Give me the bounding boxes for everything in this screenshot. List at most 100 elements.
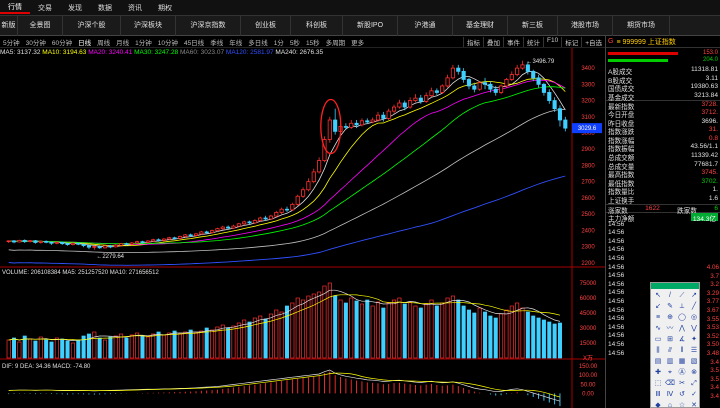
draw-tool-icon[interactable]: ▥ (664, 356, 676, 367)
market-tab-4[interactable]: 沪深京指数 (176, 16, 241, 36)
draw-tool-icon[interactable]: ⌫ (664, 378, 676, 389)
volume-bar (483, 311, 488, 359)
draw-tool-icon[interactable]: ✕ (688, 400, 700, 408)
draw-tool-icon[interactable]: ╱ (688, 301, 700, 312)
chart-tool-2[interactable]: 事件 (503, 36, 523, 47)
draw-tool-icon[interactable]: ◎ (688, 312, 700, 323)
draw-tool-icon[interactable]: ∡ (676, 334, 688, 345)
period-11[interactable]: 多日线 (245, 37, 271, 47)
candle (220, 225, 225, 230)
period-13[interactable]: 5秒 (287, 37, 303, 47)
draw-tool-icon[interactable]: ▧ (688, 356, 700, 367)
draw-tool-icon[interactable]: ▦ (676, 356, 688, 367)
draw-tool-icon[interactable]: ⟋ (676, 290, 688, 301)
period-14[interactable]: 15秒 (303, 37, 323, 47)
chart-tool-3[interactable]: 统计 (523, 36, 543, 47)
draw-tool-icon[interactable]: ⊗ (688, 367, 700, 378)
stat-row: 总成交量 77681.7 (606, 161, 720, 171)
period-6[interactable]: 1分钟 (132, 37, 155, 47)
kline-chart[interactable]: 3400330032003100300029002800270026002500… (0, 48, 605, 408)
draw-tool-icon[interactable]: ⋀ (676, 323, 688, 334)
period-3[interactable]: 日线 (75, 37, 94, 47)
stat-label: B股成交 (608, 77, 633, 85)
draw-tool-icon[interactable]: ☰ (688, 345, 700, 356)
market-tab-6[interactable]: 科创板 (291, 16, 343, 36)
period-15[interactable]: 多周期 (323, 37, 349, 47)
market-tab-5[interactable]: 创业板 (241, 16, 291, 36)
index-title[interactable]: G ≡ 999999 上证指数 (606, 36, 720, 48)
draw-tool-icon[interactable]: ⫻ (664, 345, 676, 356)
volume-bar (531, 315, 536, 359)
top-menu-1[interactable]: 交易 (30, 3, 60, 13)
top-menu-3[interactable]: 数据 (90, 3, 120, 13)
period-12[interactable]: 1分 (271, 37, 287, 47)
top-menu-0[interactable]: 行情 (0, 2, 30, 14)
draw-tool-icon[interactable]: ☆ (676, 400, 688, 408)
volume-bar (392, 299, 397, 359)
market-tab-2[interactable]: 沪深个股 (63, 16, 121, 36)
draw-tool-icon[interactable]: ↗ (688, 290, 700, 301)
volume-bar (552, 323, 557, 359)
draw-tool-icon[interactable]: ⊞ (664, 334, 676, 345)
chart-tool-0[interactable]: 指标 (463, 36, 483, 47)
top-menu-5[interactable]: 期权 (150, 3, 180, 13)
draw-tool-icon[interactable]: ▭ (652, 334, 664, 345)
stat-row: 基金成交 3213.84 (606, 92, 720, 102)
draw-tool-icon[interactable]: ⊕ (664, 312, 676, 323)
draw-tool-icon[interactable]: ↖ (652, 290, 664, 301)
period-16[interactable]: 更多 (348, 37, 367, 47)
period-1[interactable]: 30分钟 (23, 37, 49, 47)
draw-tool-icon[interactable]: ‖ (676, 345, 688, 356)
chart-tool-6[interactable]: +自选 (581, 36, 605, 47)
chart-tool-5[interactable]: 标记 (561, 36, 581, 47)
market-tab-12[interactable]: 期货市场 (613, 16, 670, 36)
period-5[interactable]: 月线 (113, 37, 132, 47)
draw-tool-icon[interactable]: Ⓐ (676, 367, 688, 378)
draw-tool-icon[interactable]: Ⅲ (652, 389, 664, 400)
draw-tool-icon[interactable]: ⟂ (676, 301, 688, 312)
draw-tool-icon[interactable]: ▤ (652, 356, 664, 367)
period-9[interactable]: 季线 (207, 37, 226, 47)
draw-tool-icon[interactable]: ✓ (688, 389, 700, 400)
volume-bar (119, 333, 124, 359)
draw-tool-icon[interactable]: ✚ (652, 367, 664, 378)
top-menu-4[interactable]: 资讯 (120, 3, 150, 13)
draw-tool-icon[interactable]: ⌂ (664, 400, 676, 408)
period-7[interactable]: 10分钟 (155, 37, 181, 47)
draw-tool-icon[interactable]: ⌖ (664, 367, 676, 378)
market-tab-1[interactable]: 全景图 (18, 16, 63, 36)
tick-value: 3.7 (710, 272, 719, 280)
draw-tool-icon[interactable]: ✂ (676, 378, 688, 389)
period-2[interactable]: 60分钟 (49, 37, 75, 47)
top-menu-2[interactable]: 发现 (60, 3, 90, 13)
market-tab-10[interactable]: 新三板 (508, 16, 558, 36)
draw-tool-icon[interactable]: ✦ (688, 334, 700, 345)
market-tab-7[interactable]: 新股IPO (343, 16, 398, 36)
market-tab-8[interactable]: 沪港通 (398, 16, 453, 36)
period-0[interactable]: 5分钟 (0, 37, 23, 47)
draw-tool-icon[interactable]: ≡ (652, 312, 664, 323)
period-10[interactable]: 年线 (226, 37, 245, 47)
draw-tool-icon[interactable]: Ⅳ (664, 389, 676, 400)
draw-tool-icon[interactable]: ◆ (652, 400, 664, 408)
draw-tool-icon[interactable]: ⬚ (652, 378, 664, 389)
draw-tool-icon[interactable]: ↙ (652, 301, 664, 312)
draw-tool-icon[interactable]: 〰 (664, 323, 676, 334)
market-tab-0[interactable]: 新版 (0, 16, 18, 36)
draw-tool-icon[interactable]: ⫼ (652, 345, 664, 356)
macd-dea-line (8, 372, 561, 398)
market-tab-11[interactable]: 港股市场 (558, 16, 613, 36)
market-tab-3[interactable]: 沪深板块 (121, 16, 176, 36)
chart-tool-4[interactable]: F10 (543, 36, 561, 47)
draw-tool-icon[interactable]: / (664, 290, 676, 301)
period-4[interactable]: 周线 (94, 37, 113, 47)
draw-tool-icon[interactable]: ∿ (652, 323, 664, 334)
draw-tool-icon[interactable]: ◯ (676, 312, 688, 323)
market-tab-9[interactable]: 基金理财 (453, 16, 508, 36)
draw-tool-icon[interactable]: ⋁ (688, 323, 700, 334)
draw-tool-icon[interactable]: ⤢ (688, 378, 700, 389)
draw-tool-icon[interactable]: ✎ (664, 301, 676, 312)
draw-tool-icon[interactable]: ↺ (676, 389, 688, 400)
chart-tool-1[interactable]: 叠加 (483, 36, 503, 47)
period-8[interactable]: 45日线 (181, 37, 207, 47)
